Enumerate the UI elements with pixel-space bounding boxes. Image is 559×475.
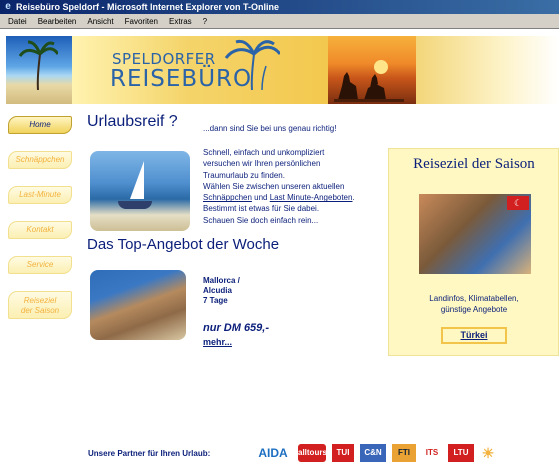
mallorca-bay-photo bbox=[90, 270, 186, 340]
tui-logo[interactable]: TUI bbox=[332, 444, 354, 462]
horse-riders-icon bbox=[334, 72, 404, 102]
offer-more-link[interactable]: mehr... bbox=[203, 337, 232, 347]
intro-dot: . bbox=[352, 193, 355, 203]
sail-shape bbox=[130, 161, 144, 199]
sun-logo-icon[interactable]: ☀ bbox=[480, 444, 496, 462]
nav-item-reiseziel-der-saison[interactable]: Reiseziel der Saison bbox=[8, 291, 72, 319]
palm-tree-icon bbox=[18, 40, 58, 90]
tuerkei-button[interactable]: Türkei bbox=[441, 327, 507, 344]
intro-text: Schnell, einfach und unkompliziert versu… bbox=[203, 147, 391, 226]
intro-line: Traumurlaub zu finden. bbox=[203, 170, 285, 180]
menu-bar: Datei Bearbeiten Ansicht Favoriten Extra… bbox=[0, 14, 559, 29]
nav-item-kontakt[interactable]: Kontakt bbox=[8, 221, 72, 239]
window-title: Reisebüro Speldorf - Microsoft Internet … bbox=[16, 2, 280, 12]
sidebar-nav: Home Schnäppchen Last-Minute Kontakt Ser… bbox=[8, 116, 72, 336]
turkey-flag-icon: ☾ bbox=[507, 196, 529, 210]
fti-logo[interactable]: FTI bbox=[392, 444, 416, 462]
menu-help[interactable]: ? bbox=[203, 14, 207, 28]
season-destination-panel: Reiseziel der Saison ☾ Landinfos, Klimat… bbox=[388, 148, 559, 356]
nav-item-home[interactable]: Home bbox=[8, 116, 72, 134]
offer-duration: 7 Tage bbox=[203, 296, 228, 305]
panel-desc-line: günstige Angebote bbox=[440, 305, 508, 314]
logo-panel: SPELDORFER REISEBÜRO bbox=[72, 36, 328, 104]
intro-line: versuchen wir Ihren persönlichen bbox=[203, 159, 321, 169]
alltours-logo[interactable]: alltours bbox=[298, 444, 327, 462]
nav-item-last-minute[interactable]: Last-Minute bbox=[8, 186, 72, 204]
menu-ansicht[interactable]: Ansicht bbox=[87, 14, 113, 28]
panel-desc-line: Landinfos, Klimatabellen, bbox=[429, 294, 519, 303]
offer-destination: Mallorca / Alcudia 7 Tage bbox=[203, 276, 240, 306]
turkey-collage-photo: ☾ bbox=[419, 194, 531, 274]
window-title-bar: e Reisebüro Speldorf - Microsoft Interne… bbox=[0, 0, 559, 14]
offer-price: nur DM 659,- bbox=[203, 322, 270, 334]
banner-fade bbox=[416, 36, 559, 104]
partner-logos: AIDA alltours TUI C&N FTI ITS LTU ☀ bbox=[254, 441, 496, 465]
sailboat-photo bbox=[90, 151, 190, 231]
panel-description: Landinfos, Klimatabellen, günstige Angeb… bbox=[389, 293, 559, 315]
offer-heading: Das Top-Angebot der Woche bbox=[87, 236, 280, 253]
intro-line-links: Schnäppchen und Last Minute-Angeboten. bbox=[203, 192, 391, 203]
offer-dest-line: Alcudia bbox=[203, 286, 232, 295]
logo-palm-icon bbox=[224, 39, 280, 90]
intro-line: Schauen Sie doch einfach rein... bbox=[203, 215, 319, 225]
nav-label-line2: der Saison bbox=[20, 306, 60, 315]
page-tagline: ...dann sind Sie bei uns genau richtig! bbox=[203, 124, 337, 133]
link-last-minute[interactable]: Last Minute-Angeboten bbox=[270, 193, 353, 202]
nav-item-service[interactable]: Service bbox=[8, 256, 72, 274]
ltu-logo[interactable]: LTU bbox=[448, 444, 474, 462]
hull-shape bbox=[118, 201, 152, 209]
link-schnaeppchen[interactable]: Schnäppchen bbox=[203, 193, 252, 202]
intro-line: Wählen Sie zwischen unseren aktuellen bbox=[203, 181, 345, 191]
page-heading: Urlaubsreif ? bbox=[87, 113, 178, 130]
nav-label-line1: Reiseziel bbox=[23, 296, 57, 305]
menu-datei[interactable]: Datei bbox=[8, 14, 27, 28]
its-logo[interactable]: ITS bbox=[422, 444, 442, 462]
aida-logo[interactable]: AIDA bbox=[254, 444, 292, 462]
cn-logo[interactable]: C&N bbox=[360, 444, 386, 462]
intro-line: Bestimmt ist etwas für Sie dabei. bbox=[203, 204, 320, 214]
offer-dest-line: Mallorca / bbox=[203, 276, 240, 285]
intro-line: Schnell, einfach und unkompliziert bbox=[203, 148, 325, 157]
menu-favoriten[interactable]: Favoriten bbox=[125, 14, 158, 28]
menu-bearbeiten[interactable]: Bearbeiten bbox=[38, 14, 77, 28]
panel-title: Reiseziel der Saison bbox=[413, 156, 535, 172]
nav-item-schnaeppchen[interactable]: Schnäppchen bbox=[8, 151, 72, 169]
site-banner: SPELDORFER REISEBÜRO bbox=[0, 36, 559, 104]
sunset-riders-photo bbox=[328, 36, 416, 104]
beach-photo bbox=[6, 36, 72, 104]
menu-extras[interactable]: Extras bbox=[169, 14, 192, 28]
ie-icon: e bbox=[5, 1, 11, 12]
partners-label: Unsere Partner für Ihren Urlaub: bbox=[88, 449, 211, 458]
intro-and: und bbox=[251, 193, 270, 203]
